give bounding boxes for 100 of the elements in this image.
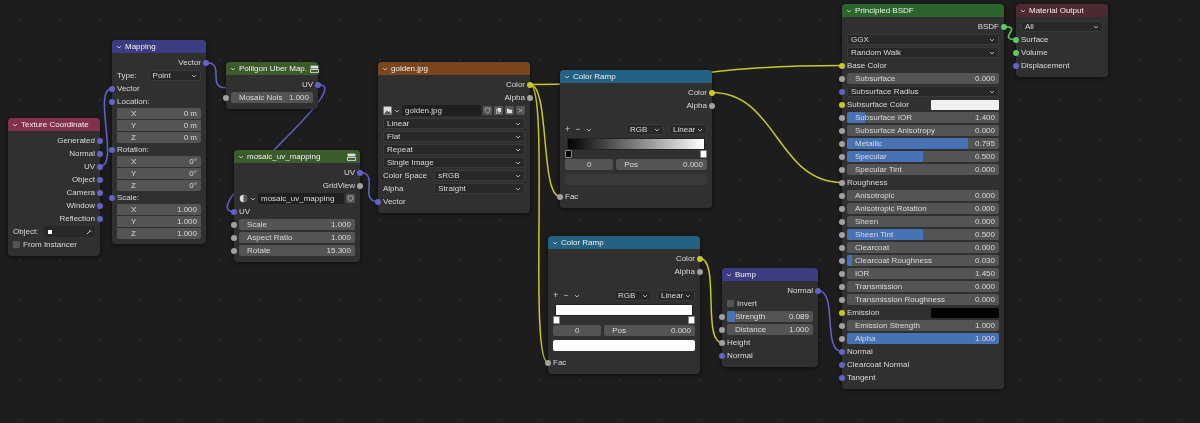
dropdown[interactable]: Linear [383, 118, 525, 129]
socket-dot[interactable] [231, 221, 237, 228]
socket-dot[interactable] [1013, 36, 1019, 43]
node-group-icon[interactable] [347, 152, 356, 161]
node-header[interactable]: Mapping [112, 40, 206, 53]
color-swatch[interactable] [930, 307, 999, 318]
dropdown[interactable]: Flat [383, 131, 525, 142]
socket-dot[interactable] [839, 205, 845, 212]
caret-icon[interactable] [573, 293, 580, 298]
socket-dot[interactable] [839, 62, 845, 69]
color-stop-handle[interactable] [688, 316, 695, 324]
close-icon[interactable] [516, 106, 525, 115]
color-stop-handle[interactable] [700, 150, 707, 158]
checkbox[interactable] [13, 241, 20, 248]
node-panel[interactable]: golden.jpg Color Alpha golden.jpg Linear Flat Repeat Single Image Color Space sRGB Alpha Straight Vector [378, 62, 530, 213]
chevron-down-icon[interactable] [238, 154, 244, 159]
color-mode-dropdown[interactable]: RGB [626, 124, 664, 135]
socket-dot[interactable] [1013, 62, 1019, 69]
socket-dot[interactable] [719, 352, 725, 359]
image-name-field[interactable]: golden.jpg [402, 105, 481, 116]
caret-icon[interactable] [394, 108, 400, 113]
number-field[interactable]: Emission Strength 1.000 [847, 320, 999, 331]
node-header[interactable]: Material Output [1016, 4, 1108, 17]
number-field[interactable]: X 0° [117, 156, 201, 167]
stop-color-swatch[interactable] [553, 340, 695, 351]
number-field[interactable]: Z 0 m [117, 132, 201, 143]
socket-dot[interactable] [97, 189, 103, 196]
socket-dot[interactable] [697, 268, 703, 275]
socket-dot[interactable] [839, 153, 845, 160]
dropdown[interactable]: Repeat [383, 144, 525, 155]
folder-icon[interactable] [505, 106, 514, 115]
node-header[interactable]: Poliigon Uber Map. [226, 62, 318, 75]
object-field[interactable] [43, 226, 95, 237]
interpolation-dropdown[interactable]: Linear [657, 290, 695, 301]
position-field[interactable]: Pos 0.000 [616, 159, 707, 170]
node-header[interactable]: Color Ramp [548, 236, 700, 249]
socket-dot[interactable] [839, 348, 845, 355]
number-field[interactable]: Clearcoat Roughness 0.030 [847, 255, 999, 266]
remove-stop-button[interactable]: − [563, 291, 569, 300]
dropdown[interactable]: sRGB [434, 170, 525, 181]
socket-dot[interactable] [545, 359, 551, 366]
socket-dot[interactable] [97, 150, 103, 157]
number-field[interactable]: Sheen 0.000 [847, 216, 999, 227]
color-ramp-gradient[interactable] [567, 138, 705, 150]
socket-dot[interactable] [839, 309, 845, 316]
socket-dot[interactable] [839, 296, 845, 303]
node-header[interactable]: Color Ramp [560, 70, 712, 83]
socket-dot[interactable] [231, 247, 237, 254]
shield-icon[interactable] [346, 194, 355, 203]
number-field[interactable]: Subsurface 0.000 [847, 73, 999, 84]
socket-dot[interactable] [203, 59, 209, 66]
socket-dot[interactable] [109, 146, 115, 153]
caret-icon[interactable] [585, 127, 592, 132]
node-group-icon[interactable] [310, 64, 320, 73]
socket-dot[interactable] [839, 270, 845, 277]
socket-dot[interactable] [839, 88, 845, 95]
socket-dot[interactable] [839, 114, 845, 121]
socket-dot[interactable] [839, 335, 845, 342]
number-field[interactable]: X 1.000 [117, 204, 201, 215]
socket-dot[interactable] [709, 102, 715, 109]
socket-dot[interactable] [231, 208, 237, 215]
node-header[interactable]: Bump [722, 268, 818, 281]
number-field[interactable]: Transmission Roughness 0.000 [847, 294, 999, 305]
chevron-down-icon[interactable] [1020, 8, 1026, 13]
number-field[interactable]: Strength 0.089 [727, 311, 813, 322]
node-panel[interactable] [842, 4, 1004, 389]
socket-dot[interactable] [357, 182, 363, 189]
number-field[interactable]: IOR 1.450 [847, 268, 999, 279]
shield-icon[interactable] [483, 106, 492, 115]
dropdown[interactable]: GGX [847, 34, 999, 45]
node-header[interactable]: Principled BSDF [842, 4, 1004, 17]
node-panel[interactable]: Color Ramp Color Alpha + − RGB Linear 0 Pos 0.000 Fac [548, 236, 700, 374]
color-mode-dropdown[interactable]: RGB [614, 290, 652, 301]
node-tree-icon[interactable] [239, 194, 248, 203]
socket-dot[interactable] [97, 176, 103, 183]
socket-dot[interactable] [719, 313, 725, 320]
socket-dot[interactable] [1001, 23, 1007, 30]
socket-dot[interactable] [839, 231, 845, 238]
color-ramp-gradient[interactable] [555, 304, 693, 316]
remove-stop-button[interactable]: − [575, 125, 581, 134]
dropdown[interactable]: Single Image [383, 157, 525, 168]
dropdown[interactable]: Subsurface Radius [847, 86, 999, 97]
number-field[interactable]: Y 0 m [117, 120, 201, 131]
socket-dot[interactable] [839, 361, 845, 368]
number-field[interactable]: Z 0° [117, 180, 201, 191]
number-field[interactable]: Y 1.000 [117, 216, 201, 227]
number-field[interactable]: Clearcoat 0.000 [847, 242, 999, 253]
dropdown[interactable]: Random Walk [847, 47, 999, 58]
position-field[interactable]: Pos 0.000 [604, 325, 695, 336]
number-field[interactable]: Transmission 0.000 [847, 281, 999, 292]
number-field[interactable]: X 0 m [117, 108, 201, 119]
socket-dot[interactable] [815, 287, 821, 294]
number-field[interactable]: Sheen Tint 0.500 [847, 229, 999, 240]
chevron-down-icon[interactable] [552, 240, 558, 245]
socket-dot[interactable] [223, 94, 229, 101]
number-field[interactable]: Mosaic Nois 1.000 [231, 92, 313, 103]
dropdown[interactable]: Straight [434, 183, 525, 194]
socket-dot[interactable] [97, 163, 103, 170]
node-header[interactable]: golden.jpg [378, 62, 530, 75]
socket-dot[interactable] [839, 283, 845, 290]
